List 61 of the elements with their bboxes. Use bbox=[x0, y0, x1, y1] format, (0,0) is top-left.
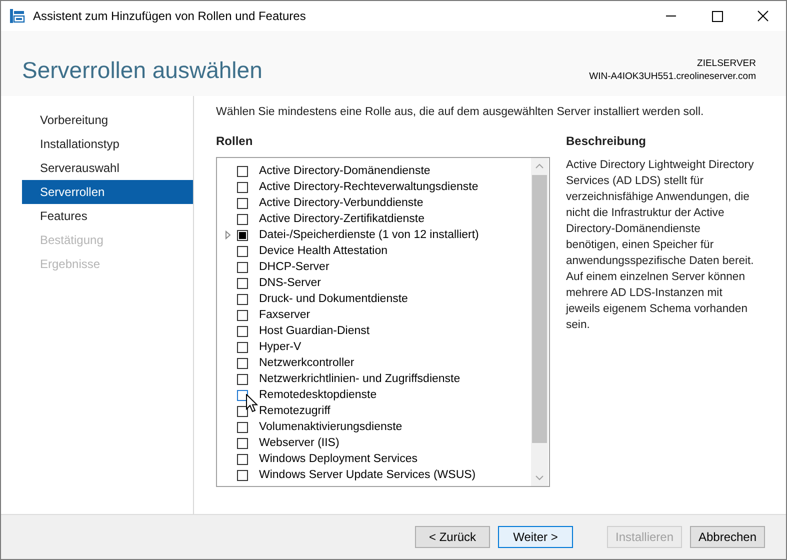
app-icon bbox=[9, 8, 25, 24]
wizard-step: Bestätigung bbox=[22, 228, 193, 252]
checkbox[interactable] bbox=[237, 438, 248, 448]
checkbox[interactable] bbox=[237, 246, 248, 256]
checkbox[interactable] bbox=[237, 214, 248, 224]
role-label[interactable]: Device Health Attestation bbox=[259, 245, 388, 257]
instruction-text: Wählen Sie mindestens eine Rolle aus, die auf dem ausgewählten Server installiert werden soll. bbox=[216, 106, 705, 120]
wizard-step[interactable]: Installationstyp bbox=[22, 132, 193, 156]
wizard-step[interactable]: Features bbox=[22, 204, 193, 228]
role-label[interactable]: Active Directory-Domänendienste bbox=[259, 165, 430, 177]
wizard-step[interactable]: Vorbereitung bbox=[22, 108, 193, 132]
wizard-step: Ergebnisse bbox=[22, 252, 193, 276]
checkbox[interactable] bbox=[237, 326, 248, 336]
role-label[interactable]: Host Guardian-Dienst bbox=[259, 325, 370, 337]
checkbox[interactable] bbox=[237, 198, 248, 208]
checkbox[interactable] bbox=[237, 406, 248, 416]
role-label[interactable]: DNS-Server bbox=[259, 277, 321, 289]
role-label[interactable]: Active Directory-Rechteverwaltungsdienste bbox=[259, 181, 478, 193]
checkbox[interactable] bbox=[237, 230, 248, 240]
checkbox[interactable] bbox=[237, 310, 248, 320]
description-heading: Beschreibung bbox=[566, 134, 648, 149]
role-label[interactable]: Webserver (IIS) bbox=[259, 437, 340, 449]
checkbox[interactable] bbox=[237, 166, 248, 176]
wizard-step[interactable]: Serverauswahl bbox=[22, 156, 193, 180]
checkbox[interactable] bbox=[237, 358, 248, 368]
wizard-button[interactable]: Abbrechen bbox=[690, 526, 765, 548]
role-label[interactable]: Netzwerkrichtlinien- und Zugriffsdienste bbox=[259, 373, 460, 385]
role-label[interactable]: Hyper-V bbox=[259, 341, 302, 353]
checkbox[interactable] bbox=[237, 470, 248, 480]
roles-heading: Rollen bbox=[216, 134, 254, 149]
checkbox[interactable] bbox=[237, 390, 248, 400]
checkbox[interactable] bbox=[237, 182, 248, 192]
role-label[interactable]: Active Directory-Zertifikatdienste bbox=[259, 213, 425, 225]
scrollbar-thumb[interactable] bbox=[532, 175, 547, 443]
window-title: Assistent zum Hinzufügen von Rollen und Features bbox=[33, 9, 307, 23]
checkbox[interactable] bbox=[237, 262, 248, 272]
role-label[interactable]: Remotedesktopdienste bbox=[259, 389, 377, 401]
role-label[interactable]: Active Directory-Verbunddienste bbox=[259, 197, 424, 209]
wizard-button[interactable]: < Zurück bbox=[415, 526, 490, 548]
role-label[interactable]: Datei-/Speicherdienste (1 von 12 installiert) bbox=[259, 229, 479, 241]
wizard-button[interactable]: Weiter > bbox=[498, 526, 573, 548]
expand-icon[interactable] bbox=[223, 230, 233, 240]
description-text: Active Directory Lightweight Directory Services (AD LDS) stellt für verzeichnisfähige Anwendungen, die nicht die Infrastruktur der Active Directory-Domänendienste benötigen, einen Speicher für anwendungsspezifische Daten bereit. Auf einem einzelnen Server können mehrere AD LDS-Instanzen mit jeweils eigenem Schema vorhanden sein. bbox=[566, 158, 755, 333]
role-label[interactable]: Volumenaktivierungsdienste bbox=[259, 421, 402, 433]
checkbox[interactable] bbox=[237, 278, 248, 288]
checkbox[interactable] bbox=[237, 422, 248, 432]
target-label: ZIELSERVER bbox=[696, 57, 756, 70]
checkbox[interactable] bbox=[237, 454, 248, 464]
role-label[interactable]: Windows Deployment Services bbox=[259, 453, 418, 465]
target-server: WIN-A4IOK3UH551.creolineserver.com bbox=[589, 70, 756, 83]
checkbox[interactable] bbox=[237, 342, 248, 352]
checkbox[interactable] bbox=[237, 294, 248, 304]
role-label[interactable]: Faxserver bbox=[259, 309, 310, 321]
page-title: Serverrollen auswählen bbox=[22, 57, 262, 84]
checkbox[interactable] bbox=[237, 374, 248, 384]
wizard-step[interactable]: Serverrollen bbox=[22, 180, 193, 204]
role-label[interactable]: DHCP-Server bbox=[259, 261, 330, 273]
role-label[interactable]: Netzwerkcontroller bbox=[259, 357, 354, 369]
role-label[interactable]: Windows Server Update Services (WSUS) bbox=[259, 469, 476, 481]
role-label[interactable]: Druck- und Dokumentdienste bbox=[259, 293, 408, 305]
role-label[interactable]: Remotezugriff bbox=[259, 405, 330, 417]
